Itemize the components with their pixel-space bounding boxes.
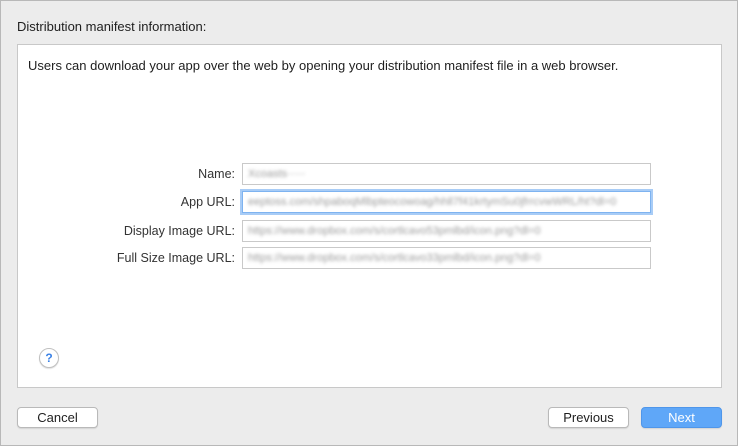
cancel-button[interactable]: Cancel: [17, 407, 98, 428]
display-image-url-field-value: https://www.dropbox.com/s/cortlcavo53pml…: [248, 225, 541, 237]
full-size-image-url-field-value: https://www.dropbox.com/s/cortlcavo33pml…: [248, 252, 541, 264]
name-field[interactable]: Xcoasts·····: [242, 163, 651, 185]
name-label: Name:: [198, 167, 235, 181]
app-url-label: App URL:: [180, 195, 235, 209]
app-url-field[interactable]: eeptoss.com/shpaboqMlbpteocowoag/hhll7f4…: [242, 191, 651, 213]
full-size-image-url-field[interactable]: https://www.dropbox.com/s/cortlcavo33pml…: [242, 247, 651, 269]
app-url-field-value: eeptoss.com/shpaboqMlbpteocowoag/hhll7f4…: [248, 196, 617, 208]
name-row: Name: Xcoasts·····: [18, 163, 721, 185]
next-button[interactable]: Next: [641, 407, 722, 428]
app-url-row: App URL: eeptoss.com/shpaboqMlbpteocowoa…: [18, 191, 721, 213]
name-field-value: Xcoasts·····: [248, 168, 306, 180]
display-image-url-label: Display Image URL:: [123, 224, 235, 238]
full-size-image-url-label: Full Size Image URL:: [116, 251, 235, 265]
section-title: Distribution manifest information:: [17, 19, 207, 34]
display-image-url-row: Display Image URL: https://www.dropbox.c…: [18, 220, 721, 242]
display-image-url-field[interactable]: https://www.dropbox.com/s/cortlcavo53pml…: [242, 220, 651, 242]
previous-button[interactable]: Previous: [548, 407, 629, 428]
full-size-image-url-row: Full Size Image URL: https://www.dropbox…: [18, 247, 721, 269]
help-icon[interactable]: ?: [39, 348, 59, 368]
distribution-dialog: Distribution manifest information: Users…: [0, 0, 738, 446]
manifest-panel: Users can download your app over the web…: [17, 44, 722, 388]
description-text: Users can download your app over the web…: [28, 58, 619, 73]
